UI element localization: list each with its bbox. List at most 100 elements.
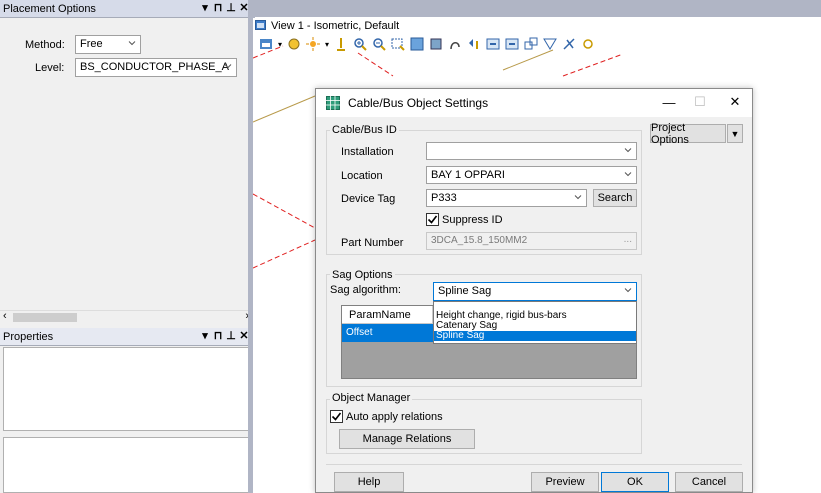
dashed-line: [253, 193, 316, 229]
pin-icon[interactable]: ⊥: [226, 1, 236, 14]
dropdown-arrow-icon: ▼: [730, 128, 740, 139]
view-attributes-icon[interactable]: [258, 36, 274, 52]
clip-volume-icon[interactable]: [542, 36, 558, 52]
view-tab[interactable]: View 1 - Isometric, Default: [255, 17, 399, 35]
location-label: Location: [341, 170, 383, 182]
sag-algorithm-select-value: Spline Sag: [438, 285, 492, 297]
device-tag-select[interactable]: P333: [426, 189, 587, 207]
level-select[interactable]: BS_CONDUCTOR_PHASE_A: [75, 58, 237, 77]
param-header-label: ParamName: [349, 309, 411, 321]
footer-separator: [326, 464, 742, 465]
pan-view-icon[interactable]: [447, 36, 463, 52]
sag-algorithm-select[interactable]: Spline Sag: [433, 282, 637, 301]
object-manager-group-label: Object Manager: [330, 392, 413, 404]
auto-apply-relations-checkbox[interactable]: [330, 410, 343, 423]
maximize-button[interactable]: ☐: [690, 93, 710, 111]
ok-button-label: OK: [627, 476, 643, 488]
update-view-icon[interactable]: [333, 36, 349, 52]
preview-button-label: Preview: [545, 476, 585, 488]
manage-relations-label: Manage Relations: [362, 433, 452, 445]
device-tag-label: Device Tag: [341, 193, 396, 205]
float-pin-icon[interactable]: ⊓: [213, 1, 223, 14]
checkmark-icon: [331, 412, 342, 421]
placement-options-titlebar[interactable]: Placement Options ▾ ⊓ ⊥ ✕: [0, 0, 253, 18]
project-options-dropdown-button[interactable]: ▼: [727, 124, 743, 143]
copy-view-icon[interactable]: [504, 36, 520, 52]
chevron-down-icon: [224, 62, 232, 70]
cable-bus-id-group-label: Cable/Bus ID: [330, 124, 399, 136]
location-select-value: BAY 1 OPPARI: [431, 169, 505, 181]
dropdown-arrow-icon[interactable]: ▾: [200, 1, 210, 14]
properties-titlebar[interactable]: Properties ▾ ⊓ ⊥ ✕: [0, 328, 253, 346]
dropdown-arrow-icon[interactable]: ▾: [200, 329, 210, 342]
minimize-button[interactable]: —: [659, 93, 679, 111]
device-tag-select-value: P333: [431, 192, 457, 204]
method-select[interactable]: Free: [75, 35, 141, 54]
dashed-line: [253, 239, 316, 269]
dashed-line: [357, 52, 394, 77]
view-rotation-icon[interactable]: [523, 36, 539, 52]
close-button[interactable]: ✕: [725, 93, 745, 111]
zoom-in-icon[interactable]: [352, 36, 368, 52]
dialog-titlebar[interactable]: Cable/Bus Object Settings — ☐ ✕: [316, 89, 752, 117]
chevron-down-icon: [128, 39, 136, 47]
installation-label: Installation: [341, 146, 394, 158]
display-style-icon[interactable]: [286, 36, 302, 52]
sag-algorithm-label: Sag algorithm:: [330, 284, 401, 296]
search-button[interactable]: Search: [593, 189, 637, 207]
ok-button[interactable]: OK: [601, 472, 669, 492]
window-area-icon[interactable]: [390, 36, 406, 52]
help-button[interactable]: Help: [334, 472, 404, 492]
chevron-down-icon: [624, 170, 632, 178]
clip-mask-icon[interactable]: [561, 36, 577, 52]
method-label: Method:: [25, 39, 65, 51]
dialog-app-icon: [326, 96, 340, 113]
fit-view-icon[interactable]: [409, 36, 425, 52]
help-button-label: Help: [357, 476, 381, 488]
suppress-id-label: Suppress ID: [442, 214, 503, 226]
part-number-label: Part Number: [341, 237, 404, 249]
dropdown-arrow-icon[interactable]: ▾: [324, 36, 330, 52]
previous-view-icon[interactable]: [466, 36, 482, 52]
scroll-left-icon[interactable]: ‹: [3, 310, 7, 322]
manage-relations-button[interactable]: Manage Relations: [339, 429, 475, 449]
param-table-header[interactable]: ParamName: [342, 306, 433, 324]
dropdown-arrow-icon[interactable]: ▾: [277, 36, 283, 52]
cancel-button[interactable]: Cancel: [675, 472, 743, 492]
view-tab-title: View 1 - Isometric, Default: [271, 20, 400, 32]
placement-options-controls: ▾ ⊓ ⊥ ✕: [200, 1, 249, 14]
view-window-icon: [255, 19, 266, 33]
dashed-line: [562, 53, 624, 77]
properties-title: Properties: [3, 330, 54, 343]
suppress-id-checkbox[interactable]: [426, 213, 439, 226]
preview-button[interactable]: Preview: [531, 472, 599, 492]
ellipsis-button[interactable]: ...: [624, 234, 632, 245]
chevron-down-icon: [624, 146, 632, 154]
placement-options-title: Placement Options: [3, 2, 96, 15]
location-select[interactable]: BAY 1 OPPARI: [426, 166, 637, 184]
level-select-value: BS_CONDUCTOR_PHASE_A: [80, 61, 229, 73]
sag-option-spline[interactable]: Spline Sag: [434, 331, 636, 341]
properties-description-area: [3, 437, 250, 493]
properties-content-area[interactable]: [3, 347, 250, 431]
sun-light-icon[interactable]: [305, 36, 321, 52]
camera-icon[interactable]: [580, 36, 596, 52]
app-frame-strip: [253, 0, 821, 17]
level-label: Level:: [35, 62, 65, 74]
auto-apply-relations-label: Auto apply relations: [346, 411, 443, 423]
view-toolbar: ▾ ▾: [258, 34, 596, 54]
rotate-view-icon[interactable]: [428, 36, 444, 52]
chevron-down-icon: [574, 193, 582, 201]
scrollbar-thumb[interactable]: [13, 313, 77, 322]
project-options-button[interactable]: Project Options: [650, 122, 726, 146]
properties-controls: ▾ ⊓ ⊥ ✕: [200, 329, 249, 342]
installation-select[interactable]: [426, 142, 637, 160]
part-number-field: 3DCA_15.8_150MM2 ...: [426, 232, 637, 250]
zoom-out-icon[interactable]: [371, 36, 387, 52]
dialog-title: Cable/Bus Object Settings: [348, 96, 489, 110]
chevron-down-icon: [624, 286, 632, 294]
pin-icon[interactable]: ⊥: [226, 329, 236, 342]
float-pin-icon[interactable]: ⊓: [213, 329, 223, 342]
next-view-icon[interactable]: [485, 36, 501, 52]
method-select-value: Free: [80, 38, 103, 50]
